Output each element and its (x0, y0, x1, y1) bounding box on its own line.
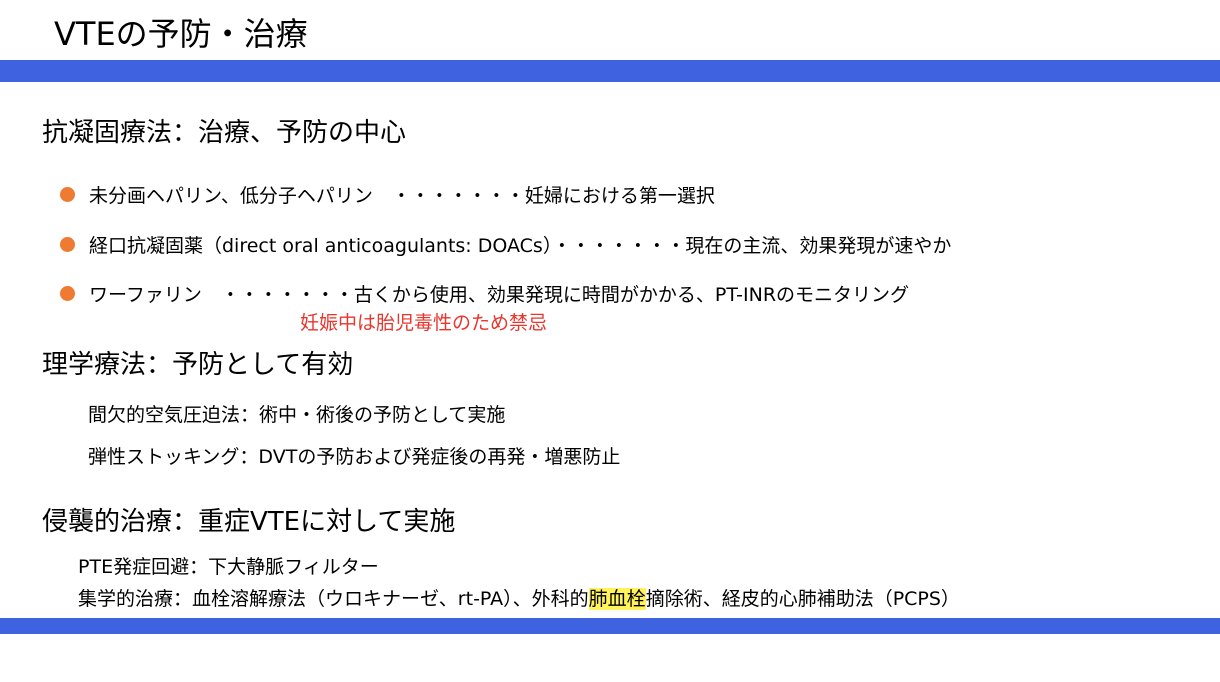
warning-text: 妊娠中は胎児毒性のため禁忌 (300, 312, 548, 334)
section-heading-invasive-treatment: 侵襲的治療：重症VTEに対して実施 (42, 507, 456, 537)
list-item-text: 摘除術、経皮的心肺補助法（PCPS） (645, 588, 960, 610)
bullet-icon (60, 236, 75, 252)
list-item: 弾性ストッキング：DVTの予防および発症後の再発・増悪防止 (88, 446, 621, 468)
footer-band (0, 618, 1220, 634)
list-item: 集学的治療：血栓溶解療法（ウロキナーゼ、rt-PA）、外科的肺血栓摘除術、経皮的… (78, 586, 960, 612)
list-item: 未分画ヘパリン、低分子ヘパリン ・・・・・・・妊婦における第一選択 (60, 180, 715, 208)
list-item: PTE発症回避：下大静脈フィルター (78, 556, 379, 578)
bullet-icon (60, 186, 75, 202)
list-item-text: 未分画ヘパリン、低分子ヘパリン ・・・・・・・妊婦における第一選択 (89, 184, 715, 207)
list-item-text: 集学的治療：血栓溶解療法（ウロキナーゼ、rt-PA）、外科的 (78, 588, 589, 610)
list-item: ワーファリン ・・・・・・・古くから使用、効果発現に時間がかかる、PT-INRの… (60, 279, 909, 307)
highlighted-term: 肺血栓 (588, 588, 646, 610)
bullet-icon (60, 285, 75, 301)
section-heading-physical-therapy: 理学療法：予防として有効 (42, 350, 354, 380)
list-item: 間欠的空気圧迫法：術中・術後の予防として実施 (88, 404, 506, 426)
page-title: VTEの予防・治療 (54, 15, 308, 53)
list-item-text: 経口抗凝固薬（direct oral anticoagulants: DOACs… (89, 234, 952, 257)
list-item-text: ワーファリン ・・・・・・・古くから使用、効果発現に時間がかかる、PT-INRの… (89, 283, 910, 306)
header-band (0, 60, 1220, 82)
section-heading-anticoagulation: 抗凝固療法：治療、予防の中心 (42, 118, 407, 148)
list-item: 経口抗凝固薬（direct oral anticoagulants: DOACs… (60, 230, 951, 258)
